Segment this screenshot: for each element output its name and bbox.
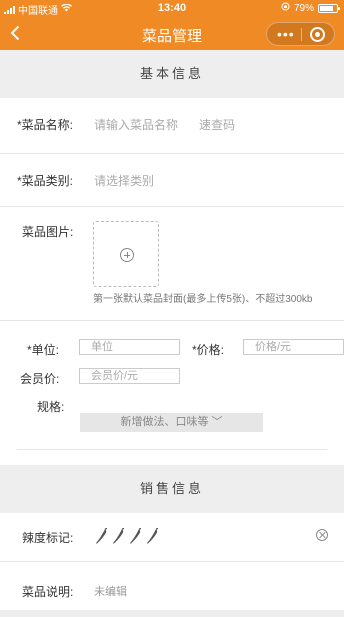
- description-value[interactable]: 未编辑: [94, 583, 127, 599]
- clear-spicy-icon[interactable]: [316, 529, 328, 541]
- unit-input[interactable]: 单位: [79, 339, 180, 355]
- image-label: 菜品图片:: [22, 225, 74, 239]
- mini-program-capsule: •••: [266, 22, 335, 46]
- section-sales-info: 销售信息: [0, 465, 344, 513]
- orientation-lock-icon: [281, 2, 290, 14]
- dish-name-label: *菜品名称:: [17, 118, 74, 132]
- section-basic-info: 基本信息: [0, 50, 344, 98]
- spec-label: 规格:: [37, 400, 65, 414]
- more-dots-icon[interactable]: •••: [277, 27, 295, 41]
- status-bar: 中国联通 13:40 79%: [0, 0, 344, 17]
- price-input[interactable]: 价格/元: [243, 339, 344, 355]
- chili-icon[interactable]: [146, 528, 161, 545]
- divider: [0, 153, 344, 154]
- battery-percent: 79%: [293, 2, 314, 14]
- dish-name-input[interactable]: 请输入菜品名称: [94, 116, 178, 133]
- capsule-divider: [301, 28, 302, 41]
- divider: [17, 449, 327, 450]
- bottom-strip: [0, 610, 344, 617]
- member-price-input[interactable]: 会员价/元: [79, 368, 180, 384]
- spicy-label: 辣度标记:: [22, 531, 74, 545]
- unit-label: *单位:: [27, 343, 60, 357]
- member-price-label: 会员价:: [20, 372, 60, 386]
- quick-code-input[interactable]: 速查码: [199, 116, 235, 133]
- add-spec-button[interactable]: 新增做法、口味等 ﹀: [80, 413, 263, 432]
- nav-bar: 菜品管理 •••: [0, 17, 344, 50]
- chili-icon[interactable]: [112, 528, 127, 545]
- description-label: 菜品说明:: [22, 585, 74, 599]
- divider: [0, 561, 344, 562]
- add-circle-icon: [120, 248, 134, 262]
- battery-icon: [318, 3, 340, 13]
- chili-icon[interactable]: [129, 528, 144, 545]
- divider: [0, 320, 344, 321]
- category-select[interactable]: 请选择类别: [94, 172, 154, 189]
- image-hint: 第一张默认菜品封面(最多上传5张)、不超过300kb: [93, 294, 313, 305]
- spicy-rating: [95, 528, 161, 545]
- category-label: *菜品类别:: [17, 174, 74, 188]
- divider: [0, 206, 344, 207]
- target-circle-icon[interactable]: [310, 27, 325, 42]
- price-label: *价格:: [192, 343, 225, 357]
- status-right: 79%: [281, 2, 340, 14]
- image-upload-button[interactable]: [93, 221, 159, 287]
- chili-icon[interactable]: [95, 528, 110, 545]
